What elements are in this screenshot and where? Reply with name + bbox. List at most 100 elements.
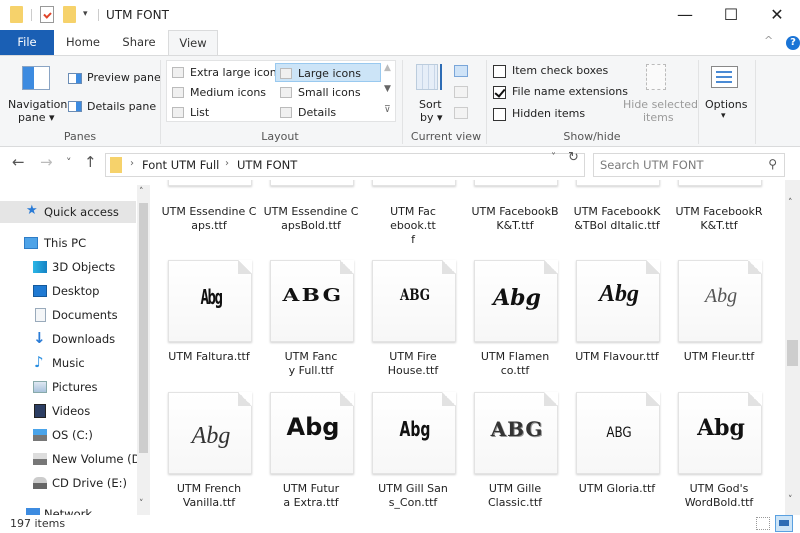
scroll-down-icon[interactable]: ˅: [788, 495, 793, 505]
group-by-icon[interactable]: [454, 65, 468, 77]
recent-locations-button[interactable]: ˅: [66, 156, 72, 169]
font-preview: ABG: [282, 285, 344, 306]
file-item[interactable]: Abg UTM Flavour.ttf: [568, 260, 666, 390]
sidebar-item-new-volume-d[interactable]: New Volume (D:: [0, 448, 144, 470]
sidebar-item-pictures[interactable]: Pictures: [0, 376, 136, 398]
maximize-button[interactable]: ☐: [708, 0, 754, 30]
layout-item-label: Small icons: [298, 86, 361, 99]
sidebar-item-desktop[interactable]: Desktop: [0, 280, 136, 302]
add-columns-icon[interactable]: [454, 86, 468, 98]
minimize-button[interactable]: —: [662, 0, 708, 30]
sidebar-item-os-c[interactable]: OS (C:): [0, 424, 136, 446]
sidebar-item-label: Videos: [52, 404, 91, 418]
file-item[interactable]: Abg UTM Flamenco.ttf: [466, 260, 564, 390]
up-button[interactable]: ↑: [84, 153, 97, 171]
sidebar-item-documents[interactable]: Documents: [0, 304, 136, 326]
scroll-up-icon[interactable]: ˄: [139, 187, 144, 197]
gallery-expand-icon[interactable]: ⊽: [384, 105, 391, 115]
file-item[interactable]: UTM FacebookK&TBol dItalic.ttf: [568, 180, 666, 250]
file-name-extensions-checkbox[interactable]: [493, 86, 506, 99]
file-item[interactable]: UTM FacebookB K&T.ttf: [466, 180, 564, 250]
new-folder-icon[interactable]: [63, 6, 76, 23]
file-item[interactable]: UTM Facebook.ttf: [364, 180, 462, 250]
address-dropdown-button[interactable]: ˅: [551, 152, 556, 163]
back-button[interactable]: ←: [12, 153, 25, 171]
address-bar[interactable]: › Font UTM Full › UTM FONT: [105, 153, 585, 177]
layout-details[interactable]: Details: [276, 103, 380, 122]
address-toolbar: ← → ˅ ↑ › Font UTM Full › UTM FONT ˅ ↻ ⚲: [0, 148, 800, 180]
properties-icon[interactable]: [40, 6, 54, 23]
size-columns-icon[interactable]: [454, 107, 468, 119]
network-icon: [26, 508, 40, 515]
forward-button[interactable]: →: [40, 153, 53, 171]
scroll-down-icon[interactable]: ˅: [139, 499, 144, 509]
customize-toolbar-button[interactable]: ▾: [83, 9, 88, 19]
file-item[interactable]: Abg UTM God's WordBold.ttf: [670, 392, 768, 515]
sidebar-item-downloads[interactable]: ↓ Downloads: [0, 328, 136, 350]
search-input[interactable]: [600, 157, 760, 173]
search-box[interactable]: ⚲: [593, 153, 785, 177]
layout-item-label: Large icons: [298, 67, 361, 80]
breadcrumb-item[interactable]: UTM FONT: [237, 158, 297, 172]
help-icon[interactable]: ?: [786, 36, 800, 50]
sidebar-item-3d-objects[interactable]: 3D Objects: [0, 256, 136, 278]
layout-large-icons[interactable]: Large icons: [275, 63, 381, 82]
layout-list[interactable]: List: [168, 103, 272, 122]
file-item[interactable]: Abg UTM Faltura.ttf: [160, 260, 258, 390]
file-name: UTM Essendine CapsBold.ttf: [263, 205, 359, 232]
sidebar-scrollbar[interactable]: ˄ ˅: [137, 185, 150, 515]
sidebar-scroll-thumb[interactable]: [139, 203, 148, 453]
hidden-items-checkbox[interactable]: [493, 108, 506, 121]
tab-home[interactable]: Home: [58, 30, 108, 55]
sidebar-item-videos[interactable]: Videos: [0, 400, 136, 422]
file-item[interactable]: ABG UTM Gloria.ttf: [568, 392, 666, 515]
tab-view[interactable]: View: [168, 30, 218, 56]
layout-extra-large-icons[interactable]: Extra large icons: [168, 63, 282, 82]
item-check-boxes-checkbox[interactable]: [493, 65, 506, 78]
ribbon-tabs: File Home Share View ^ ?: [0, 30, 800, 56]
gallery-scroll-up-icon[interactable]: ▲: [384, 63, 391, 73]
layout-small-icons[interactable]: Small icons: [276, 83, 380, 102]
close-button[interactable]: ✕: [754, 0, 800, 30]
sidebar-item-this-pc[interactable]: This PC: [0, 232, 136, 254]
refresh-button[interactable]: ↻: [568, 150, 579, 165]
file-name: UTM Facebook.ttf: [390, 205, 436, 246]
breadcrumb-separator[interactable]: ›: [130, 158, 134, 169]
sidebar-item-quick-access[interactable]: ★ Quick access: [0, 201, 136, 223]
file-item[interactable]: Abg UTM French Vanilla.ttf: [160, 392, 258, 515]
file-item[interactable]: Abg UTM Futura Extra.ttf: [262, 392, 360, 515]
font-preview-thumbnail: Abg: [678, 260, 762, 342]
sidebar-item-cd-drive-e[interactable]: CD Drive (E:): [0, 472, 136, 494]
scroll-up-icon[interactable]: ˄: [788, 198, 793, 208]
file-item[interactable]: ABG UTM Fire House.ttf: [364, 260, 462, 390]
sort-arrow-icon: [440, 64, 442, 90]
breadcrumb-item[interactable]: Font UTM Full: [142, 158, 219, 172]
file-item[interactable]: UTM Essendine Caps.ttf: [160, 180, 258, 250]
sidebar-item-network[interactable]: Network: [0, 503, 136, 515]
collapse-ribbon-button[interactable]: ^: [764, 34, 773, 47]
folder-icon[interactable]: [10, 6, 23, 23]
file-item[interactable]: UTM FacebookR K&T.ttf: [670, 180, 768, 250]
tab-file[interactable]: File: [0, 30, 54, 55]
file-item[interactable]: ABG UTM Fancy Full.ttf: [262, 260, 360, 390]
breadcrumb-separator[interactable]: ›: [225, 158, 229, 169]
font-preview: Abg: [598, 281, 639, 307]
tab-share[interactable]: Share: [113, 30, 165, 55]
large-icons-view-button[interactable]: [775, 515, 793, 532]
file-item[interactable]: UTM Essendine CapsBold.ttf: [262, 180, 360, 250]
file-item[interactable]: Abg UTM Gill Sans_Con.ttf: [364, 392, 462, 515]
file-grid: UTM Essendine Caps.ttf UTM Essendine Cap…: [160, 180, 785, 515]
details-view-button[interactable]: [756, 517, 770, 530]
gallery-scroll-down-icon[interactable]: ▼: [384, 84, 391, 94]
file-item[interactable]: Abg UTM Fleur.ttf: [670, 260, 768, 390]
search-icon[interactable]: ⚲: [768, 157, 777, 171]
file-grid-scrollbar[interactable]: ˄ ˅: [785, 180, 800, 515]
sidebar-item-label: Music: [52, 356, 85, 370]
sidebar-item-label: OS (C:): [52, 428, 93, 442]
file-item[interactable]: ABG UTM Gille Classic.ttf: [466, 392, 564, 515]
sidebar-item-music[interactable]: ♪ Music: [0, 352, 136, 374]
layout-medium-icons[interactable]: Medium icons: [168, 83, 272, 102]
file-grid-scroll-thumb[interactable]: [787, 340, 798, 366]
file-name: UTM Gloria.ttf: [578, 482, 656, 495]
sort-by-label: Sort: [419, 98, 442, 111]
